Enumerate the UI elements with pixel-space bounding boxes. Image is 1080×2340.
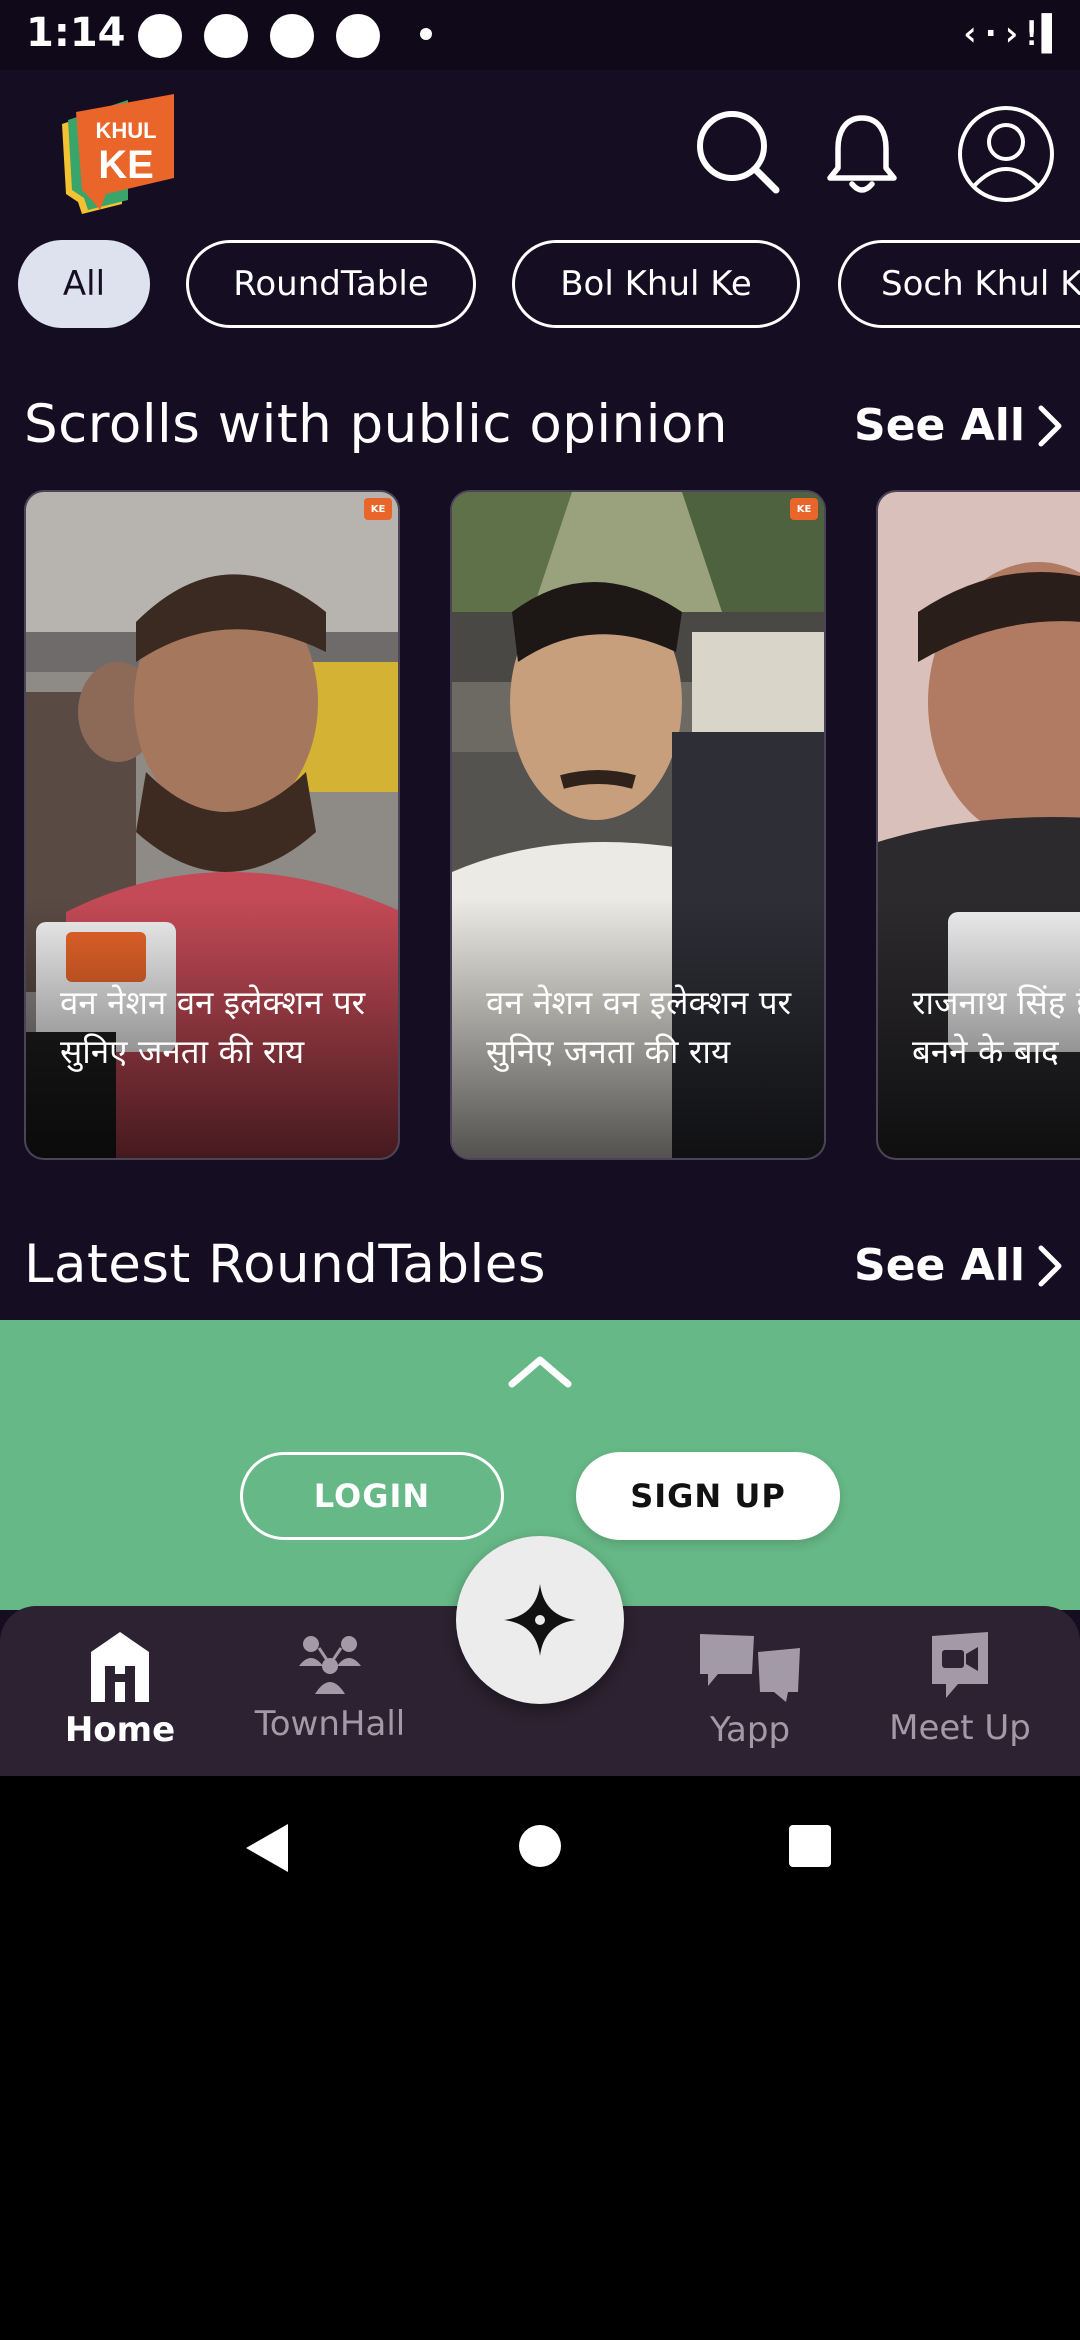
- scroll-card-caption: राजनाथ सिंह है कि उनकी बनने के बाद: [912, 983, 1080, 1071]
- chat-bubbles-icon: [700, 1634, 800, 1702]
- nav-yapp[interactable]: Yapp: [650, 1606, 850, 1776]
- nav-townhall[interactable]: TownHall: [230, 1606, 430, 1776]
- logo-text-top: KHUL: [95, 118, 156, 143]
- signup-button[interactable]: SIGN UP: [576, 1452, 840, 1540]
- profile-avatar-icon[interactable]: [956, 104, 1056, 208]
- notification-dot-icon: [270, 14, 314, 58]
- chevron-up-icon[interactable]: [508, 1354, 572, 1388]
- chip-soch-khul-ke[interactable]: Soch Khul Ke: [838, 240, 1080, 328]
- townhall-group-icon: [299, 1636, 361, 1694]
- bell-icon[interactable]: [824, 112, 900, 200]
- scroll-card[interactable]: राजनाथ सिंह है कि उनकी बनने के बाद: [876, 490, 1080, 1160]
- brand-badge-icon: KE: [364, 498, 392, 520]
- see-all-label: See All: [854, 1240, 1025, 1291]
- chevron-right-icon: [1038, 405, 1062, 446]
- nav-yapp-label: Yapp: [709, 1710, 791, 1750]
- chevron-right-icon: [1038, 1245, 1062, 1286]
- status-time: 1:14: [26, 10, 126, 56]
- notification-dot-icon: [336, 14, 380, 58]
- see-all-label: See All: [854, 400, 1025, 451]
- system-navigation-bar: [0, 1776, 1080, 1916]
- see-all-scrolls-button[interactable]: See All: [854, 400, 1063, 451]
- app-screen: 1:14 ‹·›!▌ KHUL KE All RoundTable Bol Kh…: [0, 0, 1080, 1776]
- home-icon: [91, 1632, 149, 1702]
- signal-icon: ‹·›!▌: [960, 14, 1063, 54]
- status-bar: 1:14 ‹·›!▌: [0, 0, 1080, 70]
- sparkle-icon: [504, 1584, 576, 1656]
- brand-badge-icon: KE: [790, 498, 818, 520]
- scroll-card-caption: वन नेशन वन इलेक्शन पर सुनिए जनता की राय: [60, 983, 366, 1071]
- notification-dot-icon: [138, 14, 182, 58]
- chip-all[interactable]: All: [18, 240, 150, 328]
- back-icon[interactable]: [244, 1822, 290, 1874]
- section-title-roundtables: Latest RoundTables: [24, 1234, 546, 1295]
- nav-meetup[interactable]: Meet Up: [860, 1606, 1060, 1776]
- chip-bol-khul-ke[interactable]: Bol Khul Ke: [512, 240, 800, 328]
- nav-home-label: Home: [64, 1710, 176, 1750]
- logo-text-bottom: KE: [98, 143, 154, 187]
- chip-roundtable[interactable]: RoundTable: [186, 240, 476, 328]
- section-title-scrolls: Scrolls with public opinion: [24, 394, 728, 455]
- search-icon[interactable]: [694, 108, 782, 200]
- see-all-roundtables-button[interactable]: See All: [854, 1240, 1063, 1291]
- scroll-card[interactable]: KE वन नेशन वन इलेक्शन पर सुनिए जनता की र…: [24, 490, 400, 1160]
- scroll-card[interactable]: KE वन नेशन वन इलेक्शन पर सुनिए जनता की र…: [450, 490, 826, 1160]
- scroll-card-caption: वन नेशन वन इलेक्शन पर सुनिए जनता की राय: [486, 983, 792, 1071]
- login-button[interactable]: LOGIN: [240, 1452, 504, 1540]
- nav-townhall-label: TownHall: [254, 1704, 406, 1744]
- video-meetup-icon: [932, 1632, 988, 1698]
- home-circle-icon[interactable]: [518, 1824, 562, 1868]
- nav-home[interactable]: Home: [20, 1606, 220, 1776]
- more-notifications-icon: [420, 28, 432, 40]
- notification-dot-icon: [204, 14, 248, 58]
- recents-square-icon[interactable]: [788, 1824, 832, 1868]
- app-logo[interactable]: KHUL KE: [62, 94, 180, 214]
- center-action-button[interactable]: [456, 1536, 624, 1704]
- category-chips: All RoundTable Bol Khul Ke Soch Khul Ke: [18, 240, 1080, 330]
- nav-meetup-label: Meet Up: [889, 1708, 1031, 1748]
